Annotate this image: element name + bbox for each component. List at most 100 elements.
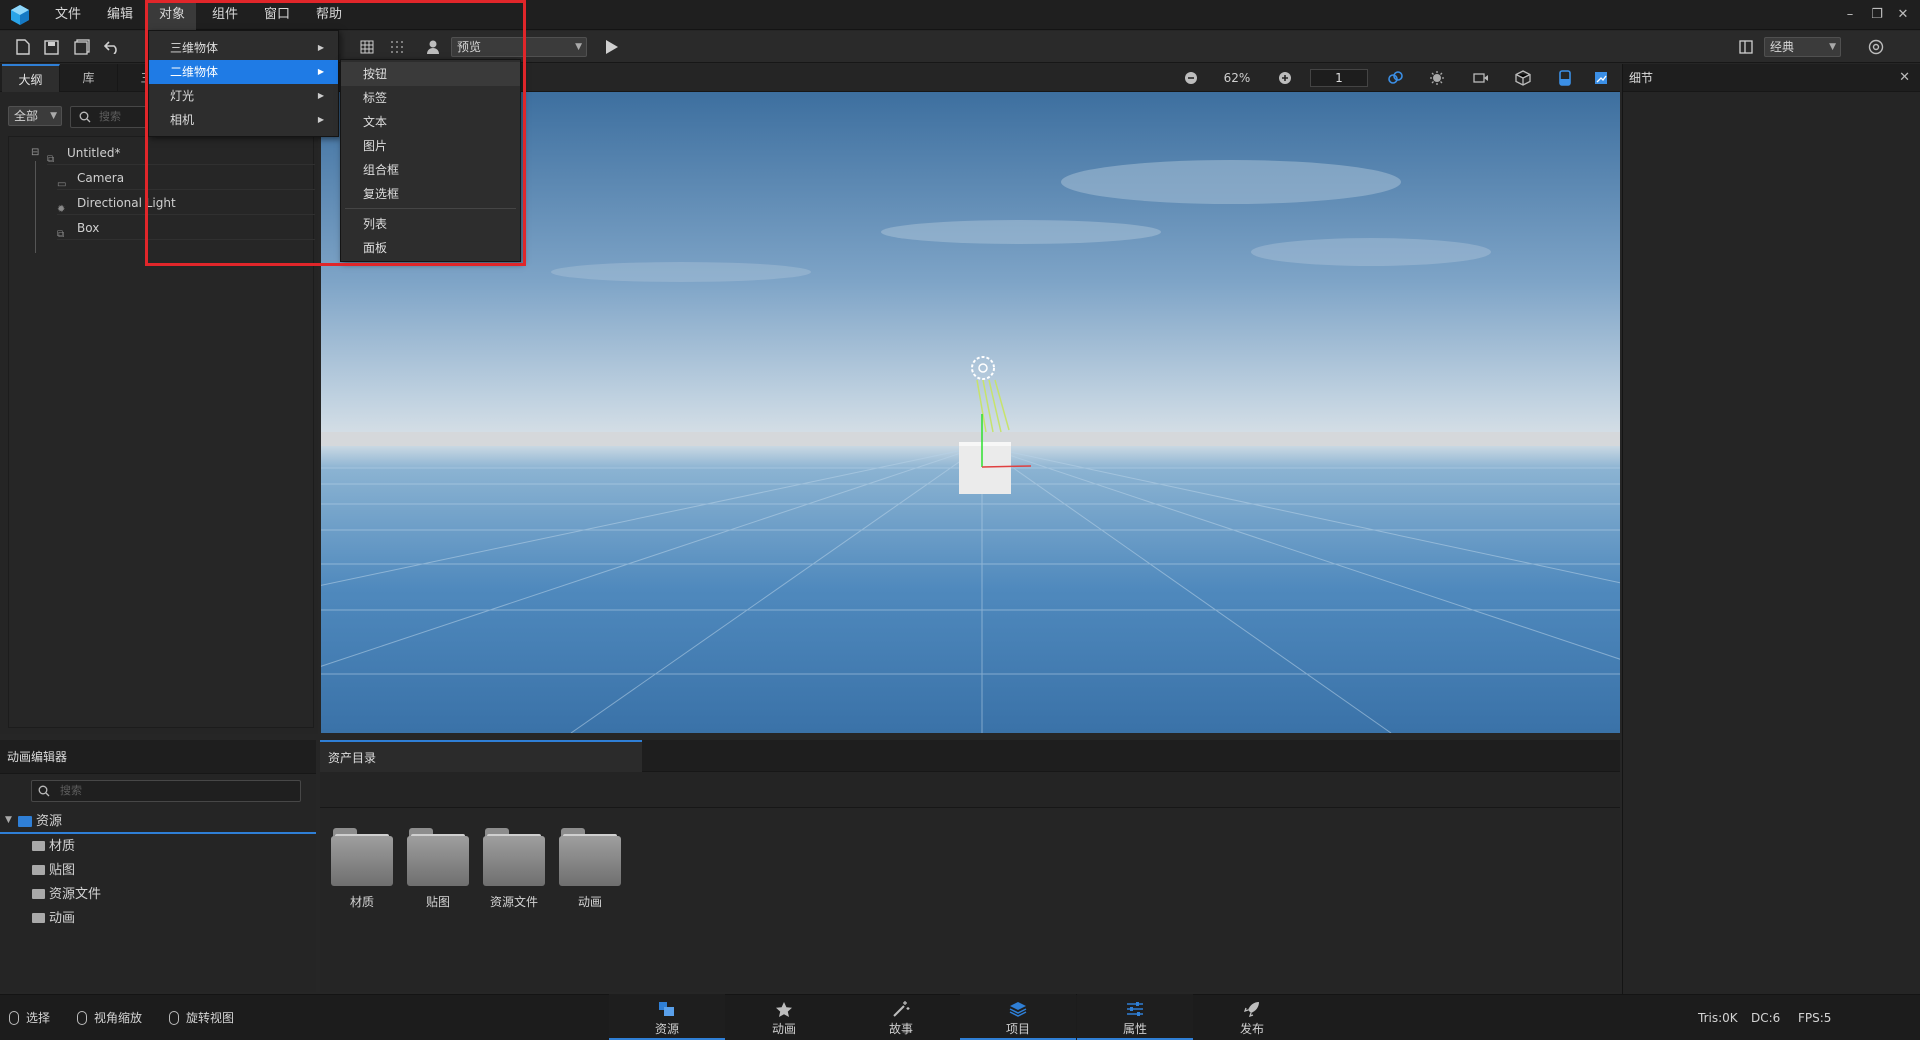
tab-asset-directory[interactable]: 资产目录: [320, 740, 642, 772]
nav-tab-label: 属性: [1122, 1022, 1147, 1036]
asset-folder-textures[interactable]: [407, 828, 469, 886]
cube-icon[interactable]: [1512, 67, 1534, 89]
details-title: 细节: [1629, 71, 1654, 85]
grid-icon[interactable]: [356, 36, 378, 58]
nav-tab-story[interactable]: 故事: [843, 994, 959, 1040]
tree-item-label: Directional Light: [77, 196, 176, 210]
new-file-icon[interactable]: [12, 36, 34, 58]
stat-fps: FPS:5: [1798, 1011, 1832, 1025]
zoom-out-icon[interactable]: [1180, 67, 1202, 89]
folder-icon: [32, 912, 45, 923]
close-icon[interactable]: ✕: [1899, 70, 1910, 85]
anim-editor-title: 动画编辑器: [7, 750, 68, 764]
submenu-item-combobox[interactable]: 组合框: [341, 158, 520, 182]
asset-folder-label: 资源文件: [489, 895, 538, 909]
tree-item-light[interactable]: ✹ Directional Light: [57, 191, 315, 215]
submenu-item-panel[interactable]: 面板: [341, 236, 520, 260]
camera-view-icon[interactable]: [1470, 67, 1492, 89]
menu-item-label: 三维物体: [170, 41, 219, 55]
menu-object[interactable]: 对象: [148, 0, 197, 30]
minimize-icon[interactable]: –: [1842, 7, 1858, 23]
menu-file[interactable]: 文件: [44, 0, 92, 30]
search-icon: [38, 785, 50, 797]
zoom-in-icon[interactable]: [1274, 67, 1296, 89]
menu-item-light[interactable]: 灯光 ▶: [149, 84, 338, 108]
collapse-icon[interactable]: ⊟: [31, 147, 39, 158]
preview-select[interactable]: 预览 ▼: [451, 37, 587, 57]
tab-outline[interactable]: 大纲: [2, 64, 60, 92]
tree-folder-textures[interactable]: 贴图: [32, 859, 75, 883]
nav-tab-project[interactable]: 项目: [960, 994, 1076, 1040]
tree-item-scene[interactable]: ⧉ Untitled*: [47, 141, 315, 165]
light-toggle-icon[interactable]: [1426, 67, 1448, 89]
nav-tab-resources[interactable]: 资源: [609, 994, 725, 1040]
layout-icon[interactable]: [1735, 36, 1757, 58]
submenu-item-label[interactable]: 标签: [341, 86, 520, 110]
outline-filter-select[interactable]: 全部 ▼: [8, 106, 62, 126]
snap-icon[interactable]: [1554, 67, 1576, 89]
menu-edit[interactable]: 编辑: [96, 0, 144, 30]
nav-tab-animation[interactable]: 动画: [726, 994, 842, 1040]
menu-component[interactable]: 组件: [201, 0, 249, 30]
mouse-wheel-icon: [77, 1010, 87, 1025]
stat-dc: DC:6: [1751, 1011, 1781, 1025]
play-icon[interactable]: [601, 36, 623, 58]
settings-icon[interactable]: [1865, 36, 1887, 58]
app-logo-icon: [11, 5, 29, 25]
menu-item-label: 二维物体: [170, 65, 219, 79]
resources-icon: [657, 1000, 677, 1018]
save-icon[interactable]: [40, 36, 62, 58]
asset-folder-materials[interactable]: [331, 828, 393, 886]
hint-label: 选择: [26, 1011, 51, 1025]
folder-icon: [32, 864, 45, 875]
tree-item-box[interactable]: ⧉ Box: [57, 216, 315, 240]
menu-item-3d-object[interactable]: 三维物体 ▶: [149, 36, 338, 60]
menu-help[interactable]: 帮助: [305, 0, 353, 30]
submenu-item-checkbox[interactable]: 复选框: [341, 182, 520, 206]
submenu-item-list[interactable]: 列表: [341, 212, 520, 236]
anim-search-input[interactable]: 搜索: [31, 780, 301, 802]
restore-icon[interactable]: ❐: [1869, 7, 1885, 23]
tree-item-camera[interactable]: ▭ Camera: [57, 166, 315, 190]
animation-editor-panel: 动画编辑器 搜索 ▼ 资源 材质 贴图 资源文件 动画: [0, 740, 316, 992]
layers-icon: [1008, 1000, 1028, 1018]
chevron-down-icon: ▼: [50, 111, 57, 121]
save-all-icon[interactable]: [71, 36, 93, 58]
2d-object-submenu: 按钮 标签 文本 图片 组合框 复选框 列表 面板: [340, 59, 521, 262]
tree-folder-materials[interactable]: 材质: [32, 835, 75, 859]
camera-icon: ▭: [57, 178, 67, 190]
menu-window[interactable]: 窗口: [253, 0, 301, 30]
tree-item-label: Box: [77, 221, 100, 235]
nav-tab-publish[interactable]: 发布: [1194, 994, 1310, 1040]
asset-folder-label: 动画: [577, 895, 602, 909]
asset-folder-animations[interactable]: [559, 828, 621, 886]
layout-select[interactable]: 经典 ▼: [1764, 37, 1841, 57]
close-window-icon[interactable]: ✕: [1895, 7, 1911, 23]
menu-item-2d-object[interactable]: 二维物体 ▶: [149, 60, 338, 84]
star-icon: [774, 1000, 794, 1018]
chevron-down-icon: ▼: [575, 42, 582, 52]
mouse-right-icon: [169, 1010, 179, 1025]
hint-select: 选择: [9, 995, 50, 1040]
hint-label: 视角缩放: [94, 1011, 143, 1025]
submenu-item-text[interactable]: 文本: [341, 110, 520, 134]
user-icon[interactable]: [422, 36, 444, 58]
nav-tab-label: 故事: [888, 1022, 913, 1036]
tree-folder-resource-files[interactable]: 资源文件: [32, 883, 101, 907]
tab-library[interactable]: 库: [60, 64, 118, 92]
stats-icon[interactable]: [1590, 67, 1612, 89]
menu-item-camera[interactable]: 相机 ▶: [149, 108, 338, 132]
frame-input[interactable]: 1: [1310, 69, 1368, 87]
chevron-down-icon: ▼: [1829, 42, 1836, 52]
nav-tab-properties[interactable]: 属性: [1077, 994, 1193, 1040]
transform-space-icon[interactable]: [1384, 67, 1406, 89]
tree-root-resources[interactable]: ▼ 资源: [0, 810, 316, 834]
menu-item-label: 相机: [170, 113, 195, 127]
submenu-item-image[interactable]: 图片: [341, 134, 520, 158]
layout-select-value: 经典: [1770, 40, 1795, 54]
undo-icon[interactable]: [101, 36, 123, 58]
asset-folder-resource-files[interactable]: [483, 828, 545, 886]
tree-folder-animations[interactable]: 动画: [32, 907, 75, 931]
dot-grid-icon[interactable]: [386, 36, 408, 58]
submenu-item-button[interactable]: 按钮: [341, 62, 520, 86]
